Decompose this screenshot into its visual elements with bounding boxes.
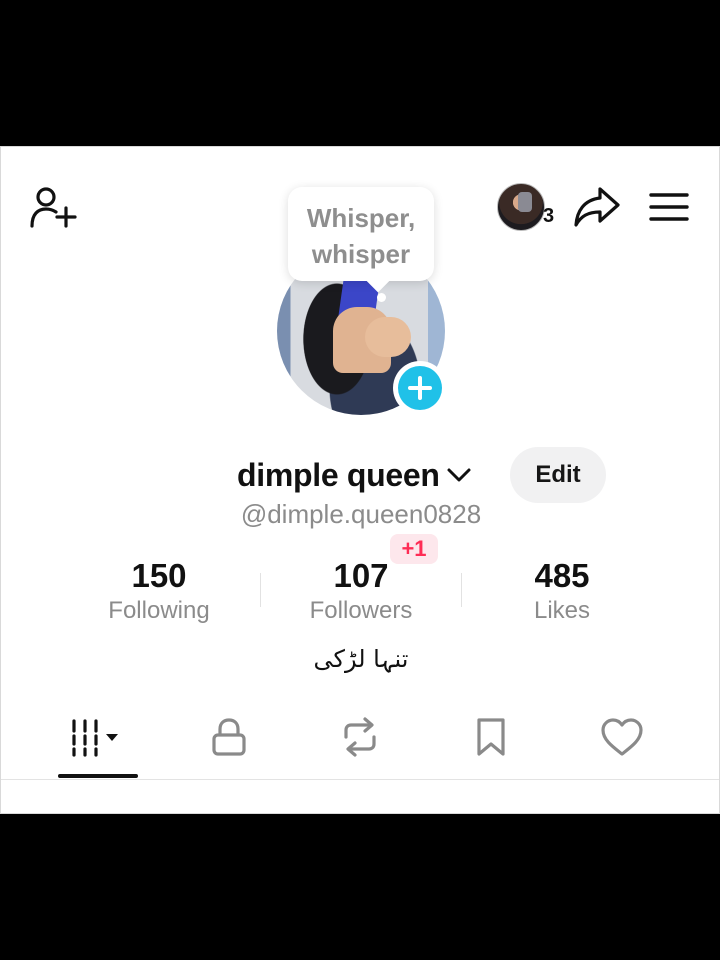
- likes-label: Likes: [533, 597, 591, 624]
- tab-divider: [1, 779, 719, 780]
- story-viewers-button[interactable]: 3: [495, 181, 559, 233]
- note-bubble[interactable]: Whisper, whisper: [288, 187, 434, 281]
- hamburger-menu-icon: [649, 193, 689, 221]
- tab-videos[interactable]: [58, 707, 138, 767]
- likes-stat[interactable]: 485 Likes: [462, 559, 662, 625]
- share-profile-button[interactable]: [571, 185, 623, 229]
- following-label: Following: [108, 597, 210, 624]
- note-text-line1: Whisper,: [306, 203, 416, 233]
- tab-reposts[interactable]: [320, 707, 400, 767]
- videos-grid-icon: [72, 719, 118, 757]
- followers-count: 107: [333, 557, 389, 594]
- display-name: dimple queen: [237, 456, 440, 493]
- display-name-row[interactable]: dimple queen: [237, 455, 472, 495]
- add-friend-button[interactable]: [27, 184, 79, 230]
- active-tab-indicator: [58, 774, 138, 778]
- lock-icon: [212, 718, 246, 756]
- viewer-avatar: [497, 183, 545, 231]
- add-person-icon: [30, 187, 77, 228]
- bookmark-icon: [477, 718, 505, 756]
- tab-private[interactable]: [189, 707, 269, 767]
- menu-button[interactable]: [645, 185, 693, 229]
- tab-saved[interactable]: [451, 707, 531, 767]
- tab-liked[interactable]: [582, 707, 662, 767]
- heart-icon: [601, 718, 643, 756]
- following-count: 150: [131, 557, 187, 594]
- following-stat[interactable]: 150 Following: [59, 559, 259, 625]
- followers-label: Followers: [309, 597, 413, 624]
- followers-stat[interactable]: 107 Followers: [261, 559, 461, 625]
- note-text-line2: whisper: [311, 239, 411, 269]
- repost-icon: [344, 717, 376, 757]
- username: @dimple.queen0828: [240, 499, 482, 529]
- plus-icon: [408, 376, 432, 400]
- likes-count: 485: [534, 557, 590, 594]
- new-followers-badge: +1: [390, 534, 438, 564]
- edit-profile-button[interactable]: Edit: [510, 447, 606, 503]
- bio-text: تنہا لڑکی: [313, 645, 409, 673]
- chevron-down-icon: [446, 465, 472, 485]
- story-viewers-count: 3: [543, 205, 555, 227]
- profile-screen: 3 Whisper, whisper dimple queen Edit @di…: [0, 146, 720, 814]
- add-story-button[interactable]: [393, 361, 447, 415]
- share-arrow-icon: [574, 187, 620, 227]
